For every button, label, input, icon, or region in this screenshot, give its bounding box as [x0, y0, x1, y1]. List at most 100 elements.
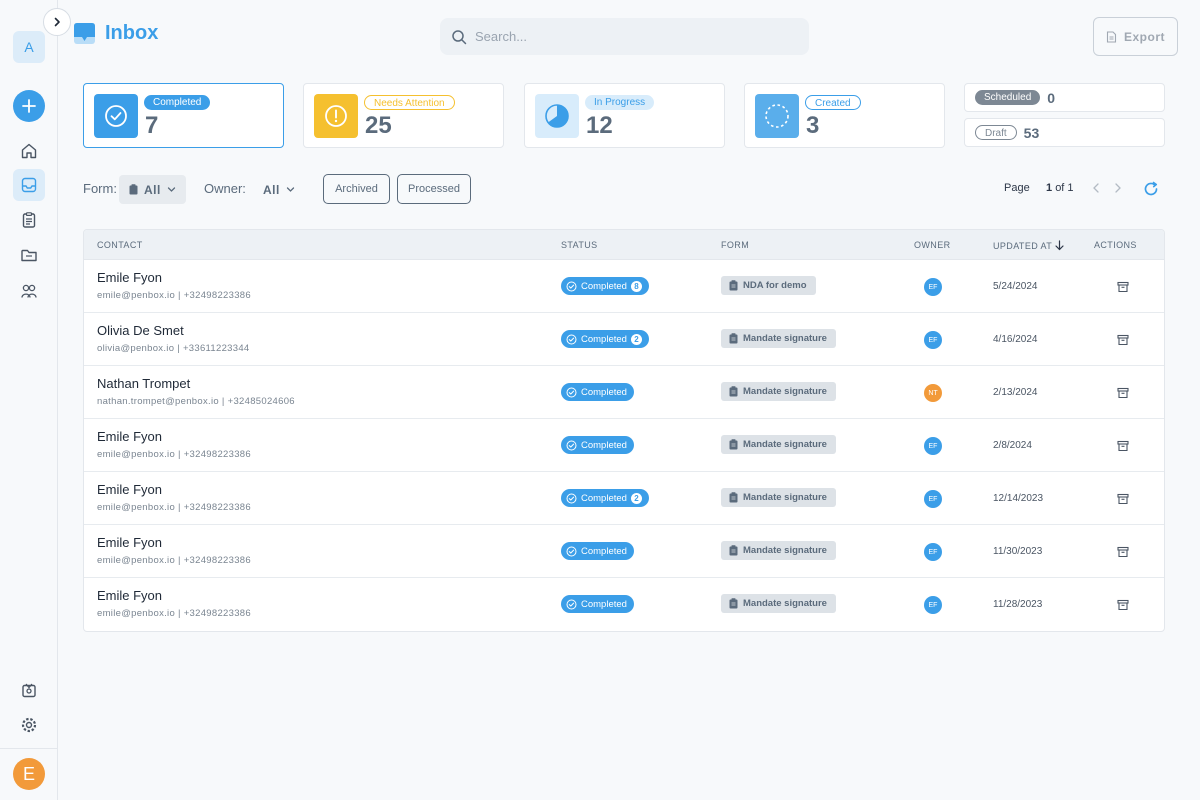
nav-settings[interactable] [13, 709, 45, 741]
table-row[interactable]: Emile Fyon emile@penbox.io | +3249822338… [84, 419, 1164, 472]
inbox-icon [21, 177, 37, 193]
clipboard-small-icon [729, 333, 738, 344]
table-row[interactable]: Olivia De Smet olivia@penbox.io | +33611… [84, 313, 1164, 366]
export-button[interactable]: Export [1093, 17, 1178, 56]
owner-avatar[interactable]: NT [924, 384, 942, 402]
updated-at: 5/24/2024 [993, 281, 1038, 292]
stat-card-needs-attention[interactable]: Needs Attention 25 [303, 83, 504, 148]
header-contact[interactable]: CONTACT [97, 240, 143, 250]
archive-icon [1117, 334, 1129, 346]
search-input[interactable] [475, 29, 795, 44]
processed-toggle-button[interactable]: Processed [397, 174, 471, 204]
nav-files[interactable] [13, 239, 45, 271]
user-initial: E [22, 763, 35, 784]
nav-inbox[interactable] [13, 169, 45, 201]
stat-card-scheduled[interactable]: Scheduled 0 [964, 83, 1165, 112]
form-chip[interactable]: Mandate signature [721, 435, 836, 454]
archive-button[interactable] [1116, 439, 1130, 453]
archived-toggle-button[interactable]: Archived [323, 174, 390, 204]
owner-avatar[interactable]: EF [924, 331, 942, 349]
nav-contacts[interactable] [13, 275, 45, 307]
clipboard-small-icon [729, 280, 738, 291]
stat-card-draft[interactable]: Draft 53 [964, 118, 1165, 147]
form-filter-value: All [144, 182, 161, 197]
stat-card-in-progress[interactable]: In Progress 12 [524, 83, 725, 148]
contact-name[interactable]: Olivia De Smet [97, 323, 184, 338]
pager-value: 1 of 1 [1046, 182, 1074, 194]
contact-name[interactable]: Emile Fyon [97, 482, 162, 497]
status-count-badge: 2 [630, 333, 642, 345]
pager-prev-button[interactable] [1089, 181, 1103, 195]
form-filter-select[interactable]: All [119, 175, 186, 204]
form-chip[interactable]: Mandate signature [721, 382, 836, 401]
user-avatar[interactable]: E [13, 758, 45, 790]
owner-avatar[interactable]: EF [924, 278, 942, 296]
add-button[interactable] [13, 90, 45, 122]
search-icon [452, 29, 467, 44]
inbox-logo-icon [74, 23, 95, 44]
status-pill: Completed [561, 542, 634, 560]
pager-next-button[interactable] [1111, 181, 1125, 195]
table-row[interactable]: Emile Fyon emile@penbox.io | +3249822338… [84, 578, 1164, 631]
nav-forms[interactable] [13, 204, 45, 236]
owner-avatar[interactable]: EF [924, 543, 942, 561]
gear-icon [21, 717, 37, 733]
archive-button[interactable] [1116, 598, 1130, 612]
owner-avatar[interactable]: EF [924, 437, 942, 455]
sidebar-collapse-button[interactable] [43, 8, 71, 36]
form-chip[interactable]: Mandate signature [721, 329, 836, 348]
contact-name[interactable]: Emile Fyon [97, 588, 162, 603]
contact-name[interactable]: Emile Fyon [97, 270, 162, 285]
nav-gifts[interactable] [13, 674, 45, 706]
owner-filter-select[interactable]: All [253, 175, 305, 204]
header-owner[interactable]: OWNER [914, 240, 951, 250]
archive-button[interactable] [1116, 386, 1130, 400]
header-form[interactable]: FORM [721, 240, 749, 250]
clipboard-icon [22, 212, 36, 228]
chevron-right-icon [1115, 183, 1121, 193]
form-chip[interactable]: NDA for demo [721, 276, 816, 295]
check-circle-icon [566, 493, 577, 503]
header-status[interactable]: STATUS [561, 240, 598, 250]
clipboard-small-icon [729, 439, 738, 450]
form-chip[interactable]: Mandate signature [721, 594, 836, 613]
table-row[interactable]: Nathan Trompet nathan.trompet@penbox.io … [84, 366, 1164, 419]
check-circle-icon [566, 387, 577, 397]
page-title: Inbox [73, 22, 158, 45]
stat-card-completed[interactable]: Completed 7 [83, 83, 284, 148]
header-updated-at-label: UPDATED AT [993, 240, 1053, 251]
nav-home[interactable] [13, 135, 45, 167]
table-row[interactable]: Emile Fyon emile@penbox.io | +3249822338… [84, 472, 1164, 525]
in-progress-icon-box [535, 94, 579, 138]
contact-details: emile@penbox.io | +32498223386 [97, 555, 251, 566]
table-row[interactable]: Emile Fyon emile@penbox.io | +3249822338… [84, 260, 1164, 313]
stat-card-created[interactable]: Created 3 [744, 83, 945, 148]
archive-button[interactable] [1116, 545, 1130, 559]
contact-details: emile@penbox.io | +32498223386 [97, 502, 251, 513]
check-circle-icon [566, 334, 577, 344]
refresh-button[interactable] [1143, 181, 1159, 197]
contact-name[interactable]: Nathan Trompet [97, 376, 190, 391]
pager-label: Page [1004, 182, 1030, 194]
owner-avatar[interactable]: EF [924, 596, 942, 614]
workspace-avatar[interactable]: A [13, 31, 45, 63]
archive-button[interactable] [1116, 492, 1130, 506]
form-chip[interactable]: Mandate signature [721, 488, 836, 507]
archive-icon [1117, 599, 1129, 611]
chevron-down-icon [167, 187, 175, 192]
updated-at: 11/28/2023 [993, 599, 1043, 610]
contact-name[interactable]: Emile Fyon [97, 429, 162, 444]
document-icon [1106, 30, 1117, 43]
archive-button[interactable] [1116, 333, 1130, 347]
status-pill: Completed [561, 436, 634, 454]
form-filter-label: Form: [83, 181, 117, 196]
contact-name[interactable]: Emile Fyon [97, 535, 162, 550]
archive-button[interactable] [1116, 280, 1130, 294]
status-pill: Completed 2 [561, 330, 649, 348]
form-chip[interactable]: Mandate signature [721, 541, 836, 560]
header-updated-at[interactable]: UPDATED AT [993, 240, 1064, 251]
home-icon [21, 143, 37, 159]
owner-avatar[interactable]: EF [924, 490, 942, 508]
created-icon-box [755, 94, 799, 138]
table-row[interactable]: Emile Fyon emile@penbox.io | +3249822338… [84, 525, 1164, 578]
